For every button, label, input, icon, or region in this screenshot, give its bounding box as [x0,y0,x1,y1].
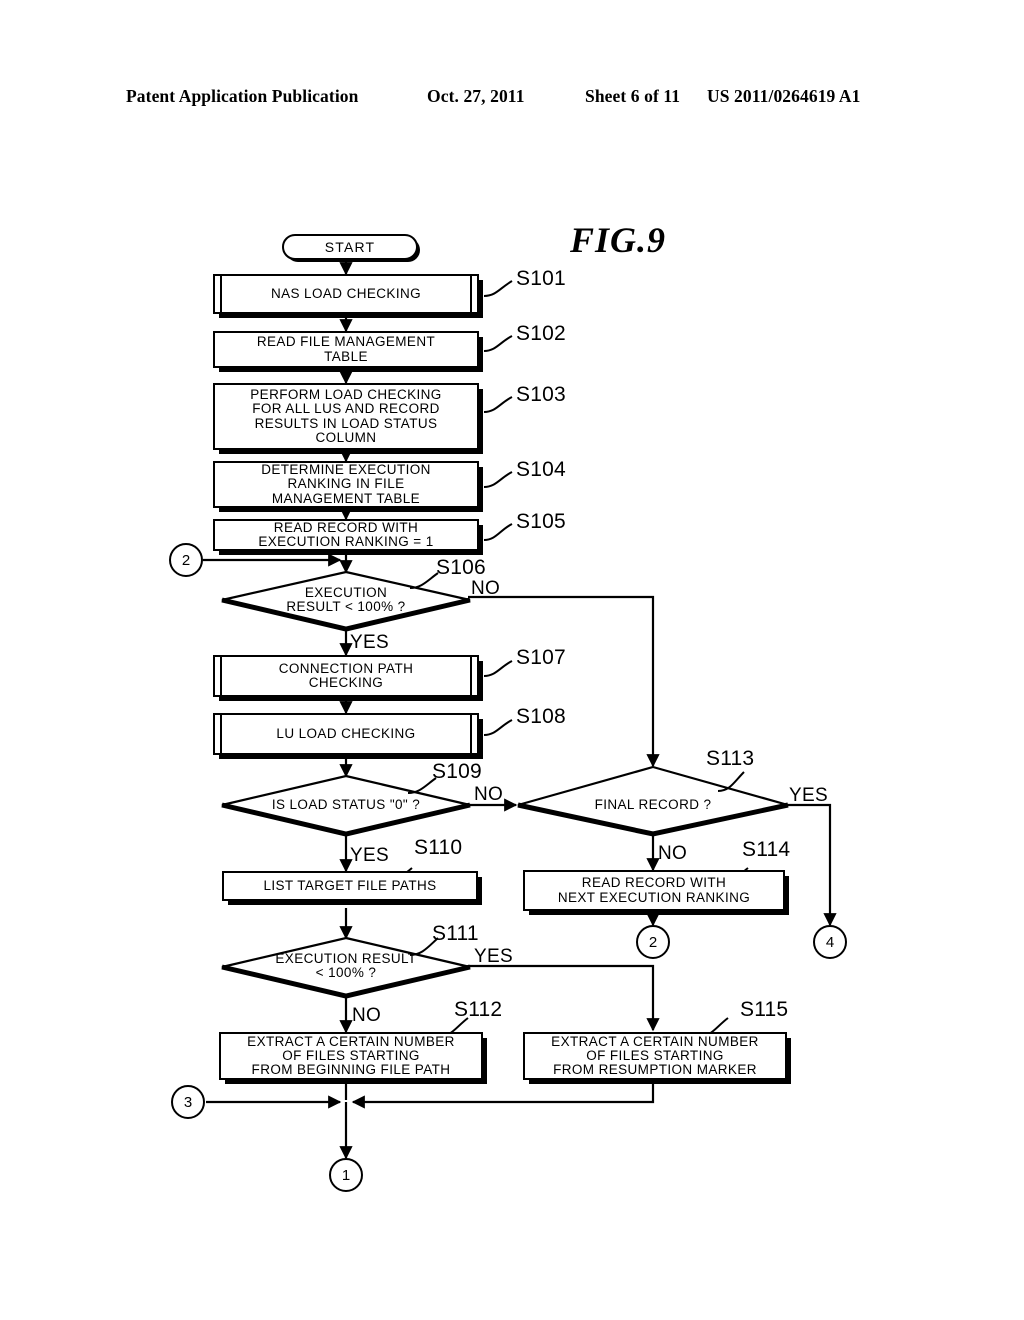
edge-label-s113-yes: YES [789,785,828,806]
node-s101-text: NAS LOAD CHECKING [270,285,422,301]
header-date: Oct. 27, 2011 [427,86,525,106]
header-publication: Patent Application Publication [126,86,359,106]
node-s103-text: PERFORM LOAD CHECKING FOR ALL LUS AND RE… [250,386,442,445]
edge-label-s111-yes: YES [474,946,513,967]
step-label-s106: S106 [436,556,486,579]
node-s109-text: IS LOAD STATUS "0" ? [271,796,421,812]
edge-label-s113-no: NO [658,843,688,864]
step-label-s107: S107 [516,646,566,669]
node-s112[interactable]: EXTRACT A CERTAIN NUMBER OF FILES STARTI… [219,1032,483,1080]
connector-4[interactable]: 4 [813,925,847,959]
connector-3-label: 3 [183,1093,193,1111]
step-label-s101: S101 [516,267,566,290]
connector-2-bottom[interactable]: 2 [636,925,670,959]
node-s113[interactable]: FINAL RECORD ? [553,793,753,817]
step-label-s103: S103 [516,383,566,406]
node-s101[interactable]: NAS LOAD CHECKING [213,274,479,314]
node-s112-text: EXTRACT A CERTAIN NUMBER OF FILES STARTI… [247,1033,455,1078]
node-s114[interactable]: READ RECORD WITH NEXT EXECUTION RANKING [523,870,785,911]
step-label-s104: S104 [516,458,566,481]
start-label: START [324,238,376,255]
node-s115-text: EXTRACT A CERTAIN NUMBER OF FILES STARTI… [551,1033,759,1078]
flowchart-connectors [203,259,837,1160]
node-s104[interactable]: DETERMINE EXECUTION RANKING IN FILE MANA… [213,461,479,508]
node-s109[interactable]: IS LOAD STATUS "0" ? [232,793,460,817]
connector-2-left-label: 2 [181,551,191,569]
node-s110-text: LIST TARGET FILE PATHS [263,877,437,893]
connector-3[interactable]: 3 [171,1085,205,1119]
step-label-s114: S114 [742,838,791,861]
step-label-s110: S110 [414,836,463,859]
step-label-s109: S109 [432,760,482,783]
connector-1-label: 1 [341,1166,351,1184]
step-label-s111: S111 [432,922,479,945]
page-header: Patent Application Publication Oct. 27, … [0,86,1024,112]
edge-label-s106-yes: YES [350,632,389,653]
node-s114-text: READ RECORD WITH NEXT EXECUTION RANKING [557,875,751,905]
node-s113-text: FINAL RECORD ? [594,796,712,812]
connector-2-bottom-label: 2 [648,933,658,951]
node-s111[interactable]: EXECUTION RESULT < 100% ? [242,947,450,985]
figure-title: FIG.9 [570,220,667,260]
start-terminator[interactable]: START [282,234,418,260]
node-s105[interactable]: READ RECORD WITH EXECUTION RANKING = 1 [213,519,479,551]
node-s110[interactable]: LIST TARGET FILE PATHS [222,871,478,901]
node-s107[interactable]: CONNECTION PATH CHECKING [213,655,479,697]
node-s111-text: EXECUTION RESULT < 100% ? [275,950,417,980]
node-s105-text: READ RECORD WITH EXECUTION RANKING = 1 [258,519,434,549]
node-s106-text: EXECUTION RESULT < 100% ? [286,584,406,614]
node-s107-text: CONNECTION PATH CHECKING [278,660,414,690]
header-sheet: Sheet 6 of 11 [585,86,681,106]
step-label-s113: S113 [706,747,755,770]
step-label-s112: S112 [454,998,503,1021]
node-s108-text: LU LOAD CHECKING [276,725,416,741]
connector-2-left[interactable]: 2 [169,543,203,577]
header-patent-number: US 2011/0264619 A1 [707,86,861,106]
node-s108[interactable]: LU LOAD CHECKING [213,713,479,755]
step-label-s105: S105 [516,510,566,533]
node-s104-text: DETERMINE EXECUTION RANKING IN FILE MANA… [261,462,431,506]
edge-label-s111-no: NO [352,1005,382,1026]
connector-1[interactable]: 1 [329,1158,363,1192]
node-s115[interactable]: EXTRACT A CERTAIN NUMBER OF FILES STARTI… [523,1032,787,1080]
edge-label-s109-yes: YES [350,845,389,866]
node-s102[interactable]: READ FILE MANAGEMENT TABLE [213,331,479,368]
edge-label-s109-no: NO [474,784,504,805]
node-s103[interactable]: PERFORM LOAD CHECKING FOR ALL LUS AND RE… [213,383,479,450]
step-label-s108: S108 [516,705,566,728]
connector-4-label: 4 [825,933,835,951]
node-s106[interactable]: EXECUTION RESULT < 100% ? [240,580,452,620]
node-s102-text: READ FILE MANAGEMENT TABLE [256,334,436,364]
step-label-s102: S102 [516,322,566,345]
edge-label-s106-no: NO [471,578,501,599]
step-label-s115: S115 [740,998,789,1021]
